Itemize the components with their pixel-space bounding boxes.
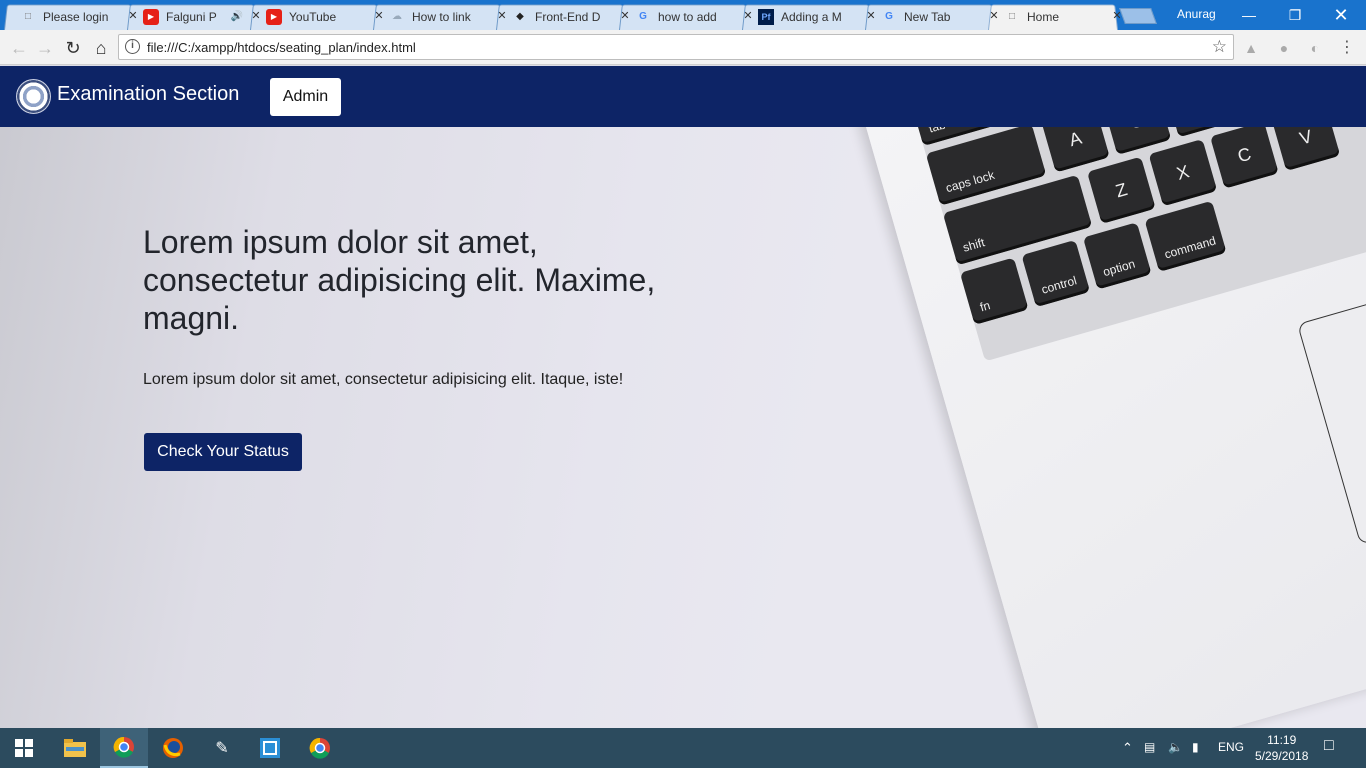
- close-tab-icon[interactable]: ✕: [126, 8, 140, 24]
- url-text[interactable]: file:///C:/xampp/htdocs/seating_plan/ind…: [147, 40, 416, 55]
- home-button[interactable]: ⌂: [90, 37, 112, 59]
- page-icon: □: [1008, 11, 1016, 22]
- browser-tab[interactable]: □ Home ✕: [1004, 3, 1124, 30]
- browser-toolbar: ← → ↻ ⌂ i file:///C:/xampp/htdocs/seatin…: [0, 30, 1366, 65]
- google-icon: G: [639, 11, 647, 22]
- diamond-icon: ◆: [516, 11, 524, 22]
- close-tab-icon[interactable]: ✕: [741, 8, 755, 24]
- keyboard-key: Z: [1086, 156, 1156, 224]
- browser-tab[interactable]: ▶ YouTube ✕: [266, 3, 386, 30]
- tab-strip: □ Please login ✕ ▶ Falguni P 🔊 ✕ ▶ YouTube ✕ ☁ How …: [0, 0, 1366, 30]
- new-tab-button[interactable]: [1119, 8, 1157, 24]
- clock[interactable]: 11:19 5/29/2018: [1255, 732, 1308, 764]
- tab-title: Home: [1027, 9, 1060, 24]
- cloud-icon: ☁: [392, 11, 402, 22]
- extension-icon[interactable]: ●: [1275, 39, 1293, 57]
- close-tab-icon[interactable]: ✕: [618, 8, 632, 24]
- minimize-button[interactable]: —: [1226, 0, 1272, 30]
- tab-title: Please login: [43, 9, 109, 24]
- pf-icon: Pf: [758, 8, 774, 25]
- page-icon: □: [24, 11, 32, 22]
- extension-icon[interactable]: ◐: [1306, 39, 1324, 57]
- browser-tab[interactable]: Ghow to add ✕: [635, 3, 755, 30]
- bookmark-star-icon[interactable]: ☆: [1212, 37, 1227, 57]
- browser-tab[interactable]: ☁ How to link ✕: [389, 3, 509, 30]
- keyboard-key: C: [1210, 121, 1279, 189]
- notifications-icon[interactable]: □: [1324, 737, 1334, 755]
- keyboard-key: option: [1082, 222, 1152, 290]
- site-navbar: Examination Section Admin: [0, 66, 1366, 127]
- tab-title: Falguni P: [166, 9, 217, 24]
- language-indicator[interactable]: ENG: [1218, 740, 1244, 754]
- close-tab-icon[interactable]: ✕: [372, 8, 386, 24]
- close-tab-icon[interactable]: ✕: [1110, 8, 1124, 24]
- brand-title[interactable]: Examination Section: [57, 83, 239, 106]
- folder-icon: [64, 739, 86, 757]
- close-tab-icon[interactable]: ✕: [987, 8, 1001, 24]
- tab-title: How to link: [412, 9, 471, 24]
- profile-name[interactable]: Anurag: [1177, 7, 1216, 21]
- browser-tab[interactable]: □ Please login ✕: [20, 3, 140, 30]
- windows-icon: [15, 739, 33, 757]
- close-tab-icon[interactable]: ✕: [864, 8, 878, 24]
- maximize-button[interactable]: ❐: [1272, 0, 1318, 30]
- tab-title: Front-End D: [535, 9, 601, 24]
- browser-tab[interactable]: ▶ Falguni P 🔊 ✕: [143, 3, 263, 30]
- close-tab-icon[interactable]: ✕: [495, 8, 509, 24]
- pen-tool-taskbar-button[interactable]: ✎: [198, 728, 246, 768]
- app-taskbar-button[interactable]: [246, 728, 294, 768]
- pen-icon: ✎: [215, 740, 229, 757]
- tab-title: how to add: [658, 9, 717, 24]
- browser-tab[interactable]: Pf Adding a M ✕: [758, 3, 878, 30]
- youtube-icon: ▶: [143, 8, 159, 25]
- chrome-taskbar-button[interactable]: [100, 728, 148, 768]
- file-explorer-button[interactable]: [51, 728, 99, 768]
- app-icon: [260, 738, 280, 758]
- hero-subtitle: Lorem ipsum dolor sit amet, consectetur …: [143, 371, 624, 388]
- reload-button[interactable]: ↻: [62, 37, 84, 59]
- hero-title: Lorem ipsum dolor sit amet, consectetur …: [143, 224, 656, 336]
- tab-title: Adding a M: [781, 9, 842, 24]
- browser-tab[interactable]: ◆ Front-End D ✕: [512, 3, 632, 30]
- clock-time: 11:19: [1267, 733, 1297, 747]
- address-bar[interactable]: i file:///C:/xampp/htdocs/seating_plan/i…: [118, 34, 1234, 60]
- web-page: ~12tabQWERTcaps lockASDFGshiftZXCVfncont…: [0, 66, 1366, 728]
- tray-expand-icon[interactable]: ⌃: [1122, 740, 1133, 756]
- tab-title: YouTube: [289, 9, 337, 24]
- extension-icon[interactable]: ▲: [1242, 39, 1260, 57]
- chrome-icon: [309, 737, 330, 759]
- google-icon: G: [885, 11, 893, 22]
- forward-button[interactable]: →: [34, 37, 56, 59]
- menu-icon[interactable]: ⋮: [1338, 39, 1356, 57]
- trackpad-image: [1297, 241, 1366, 546]
- firefox-taskbar-button[interactable]: [149, 728, 197, 768]
- admin-button[interactable]: Admin: [270, 78, 341, 116]
- keyboard-key: control: [1021, 239, 1091, 308]
- battery-icon[interactable]: ▮: [1192, 740, 1199, 754]
- network-icon[interactable]: ▤: [1144, 740, 1155, 754]
- youtube-icon: ▶: [266, 8, 282, 25]
- start-button[interactable]: [0, 728, 48, 768]
- chrome-icon: [113, 736, 134, 758]
- windows-taskbar: ✎ ⌃ ▤ 🔈 ▮ ENG 11:19 5/29/2018 □: [0, 728, 1366, 768]
- browser-tab[interactable]: G New Tab ✕: [881, 3, 1001, 30]
- keyboard-key: command: [1144, 200, 1227, 272]
- close-tab-icon[interactable]: ✕: [249, 8, 263, 24]
- check-status-button[interactable]: Check Your Status: [144, 433, 302, 471]
- laptop-image: ~12tabQWERTcaps lockASDFGshiftZXCVfncont…: [860, 66, 1366, 728]
- keyboard-key: fn: [959, 257, 1029, 325]
- tab-title: New Tab: [904, 9, 951, 24]
- back-button[interactable]: ←: [8, 37, 30, 59]
- keyboard-key: X: [1148, 138, 1218, 207]
- close-window-button[interactable]: ✕: [1318, 0, 1364, 30]
- volume-icon[interactable]: 🔈: [1168, 740, 1183, 754]
- clock-date: 5/29/2018: [1255, 749, 1309, 763]
- chrome-second-taskbar-button[interactable]: [296, 728, 344, 768]
- info-icon[interactable]: i: [125, 39, 140, 54]
- audio-icon[interactable]: 🔊: [231, 11, 243, 22]
- brand-logo[interactable]: [16, 79, 51, 114]
- firefox-icon: [163, 738, 183, 758]
